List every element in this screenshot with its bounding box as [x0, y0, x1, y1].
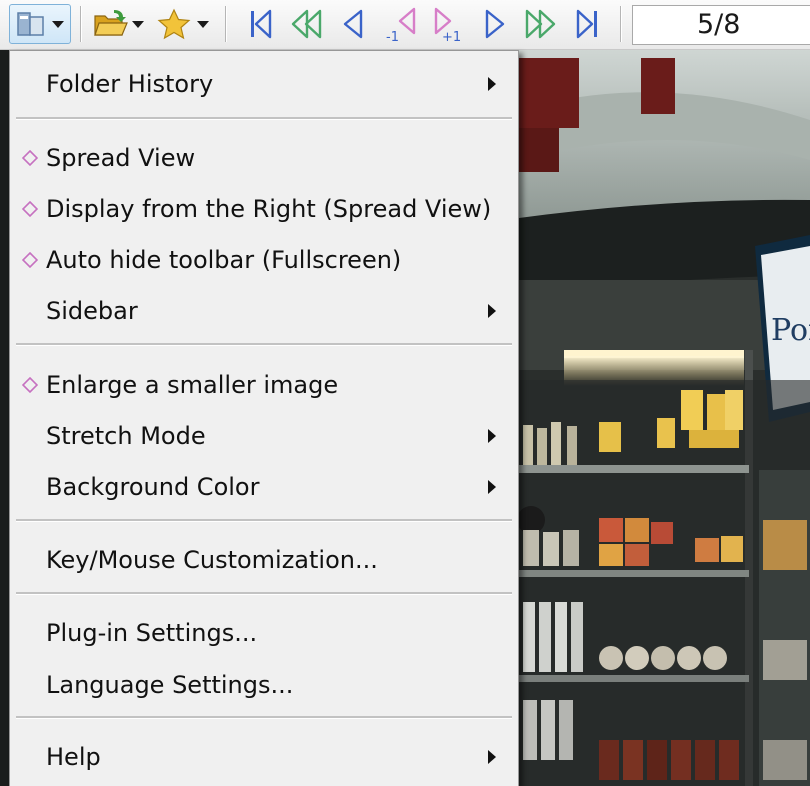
left-arrow-icon [343, 9, 363, 39]
minus-one-page-icon: -1 [386, 7, 416, 43]
menu-separator [16, 716, 512, 719]
back-one-page-button[interactable]: -1 [380, 4, 424, 44]
toolbar-separator [620, 6, 622, 42]
svg-text:+1: +1 [442, 30, 461, 43]
star-icon [157, 8, 209, 40]
menu-item-label: Auto hide toolbar (Fullscreen) [46, 246, 402, 274]
menu-item-spread-view[interactable]: Spread View [10, 134, 518, 182]
plus-one-page-icon: +1 [434, 7, 461, 43]
double-left-icon [291, 9, 322, 39]
menu-item-sidebar[interactable]: Sidebar [10, 287, 518, 335]
photo-sign-text: Por [771, 313, 810, 348]
menu-item-label: Help [46, 743, 101, 771]
submenu-arrow-icon [488, 750, 496, 764]
menu-separator [16, 117, 512, 120]
menu-item-enlarge-smaller-image[interactable]: Enlarge a smaller image [10, 361, 518, 409]
page-counter[interactable]: 5/8 [632, 5, 810, 45]
first-page-icon [251, 9, 272, 39]
checked-diamond-icon [22, 201, 38, 217]
checked-diamond-icon [22, 377, 38, 393]
menu-item-label: Plug-in Settings... [46, 619, 258, 647]
menu-item-plugin-settings[interactable]: Plug-in Settings... [10, 609, 518, 657]
menu-item-help[interactable]: Help [10, 733, 518, 781]
folder-open-icon [94, 10, 144, 36]
first-page-button[interactable] [240, 4, 280, 44]
forward-one-page-button[interactable]: +1 [428, 4, 472, 44]
menu-item-label: Display from the Right (Spread View) [46, 195, 492, 223]
svg-text:-1: -1 [386, 30, 399, 43]
menu-item-label: Enlarge a smaller image [46, 371, 339, 399]
menu-separator [16, 592, 512, 595]
viewer-window: -1 +1 5/8 Po Folder History Spread View … [0, 0, 810, 786]
menu-item-label: Key/Mouse Customization... [46, 546, 378, 574]
menu-item-language-settings[interactable]: Language Settings... [10, 661, 518, 709]
toolbar-separator [225, 6, 227, 42]
next-page-button[interactable] [476, 4, 516, 44]
menu-item-auto-hide-toolbar[interactable]: Auto hide toolbar (Fullscreen) [10, 236, 518, 284]
last-page-icon [576, 9, 597, 39]
view-menu: Folder History Spread View Display from … [9, 50, 519, 786]
menu-separator [16, 519, 512, 522]
submenu-arrow-icon [488, 480, 496, 494]
displayed-photo: Por [519, 50, 810, 786]
previous-folder-button[interactable] [285, 4, 327, 44]
menu-item-folder-history[interactable]: Folder History [10, 60, 518, 108]
menu-item-label: Background Color [46, 473, 260, 501]
open-folder-button[interactable] [90, 4, 150, 44]
menu-item-label: Spread View [46, 144, 196, 172]
menu-item-label: Language Settings... [46, 671, 294, 699]
double-right-icon [525, 9, 556, 39]
next-folder-button[interactable] [520, 4, 562, 44]
view-menu-button[interactable] [9, 4, 71, 44]
submenu-arrow-icon [488, 77, 496, 91]
photo-image: Por [519, 50, 810, 786]
checked-diamond-icon [22, 150, 38, 166]
view-layout-icon [17, 12, 64, 36]
submenu-arrow-icon [488, 429, 496, 443]
menu-item-label: Sidebar [46, 297, 138, 325]
submenu-arrow-icon [488, 304, 496, 318]
menu-item-key-mouse-customization[interactable]: Key/Mouse Customization... [10, 536, 518, 584]
menu-item-background-color[interactable]: Background Color [10, 463, 518, 511]
menu-item-display-from-right[interactable]: Display from the Right (Spread View) [10, 185, 518, 233]
last-page-button[interactable] [568, 4, 608, 44]
toolbar-separator [80, 6, 82, 42]
favorites-button[interactable] [155, 4, 215, 44]
checked-diamond-icon [22, 252, 38, 268]
previous-page-button[interactable] [332, 4, 372, 44]
menu-item-stretch-mode[interactable]: Stretch Mode [10, 412, 518, 460]
menu-item-label: Stretch Mode [46, 422, 206, 450]
menu-separator [16, 343, 512, 346]
menu-item-label: Folder History [46, 70, 214, 98]
toolbar: -1 +1 5/8 [0, 0, 810, 50]
right-arrow-icon [485, 9, 505, 39]
